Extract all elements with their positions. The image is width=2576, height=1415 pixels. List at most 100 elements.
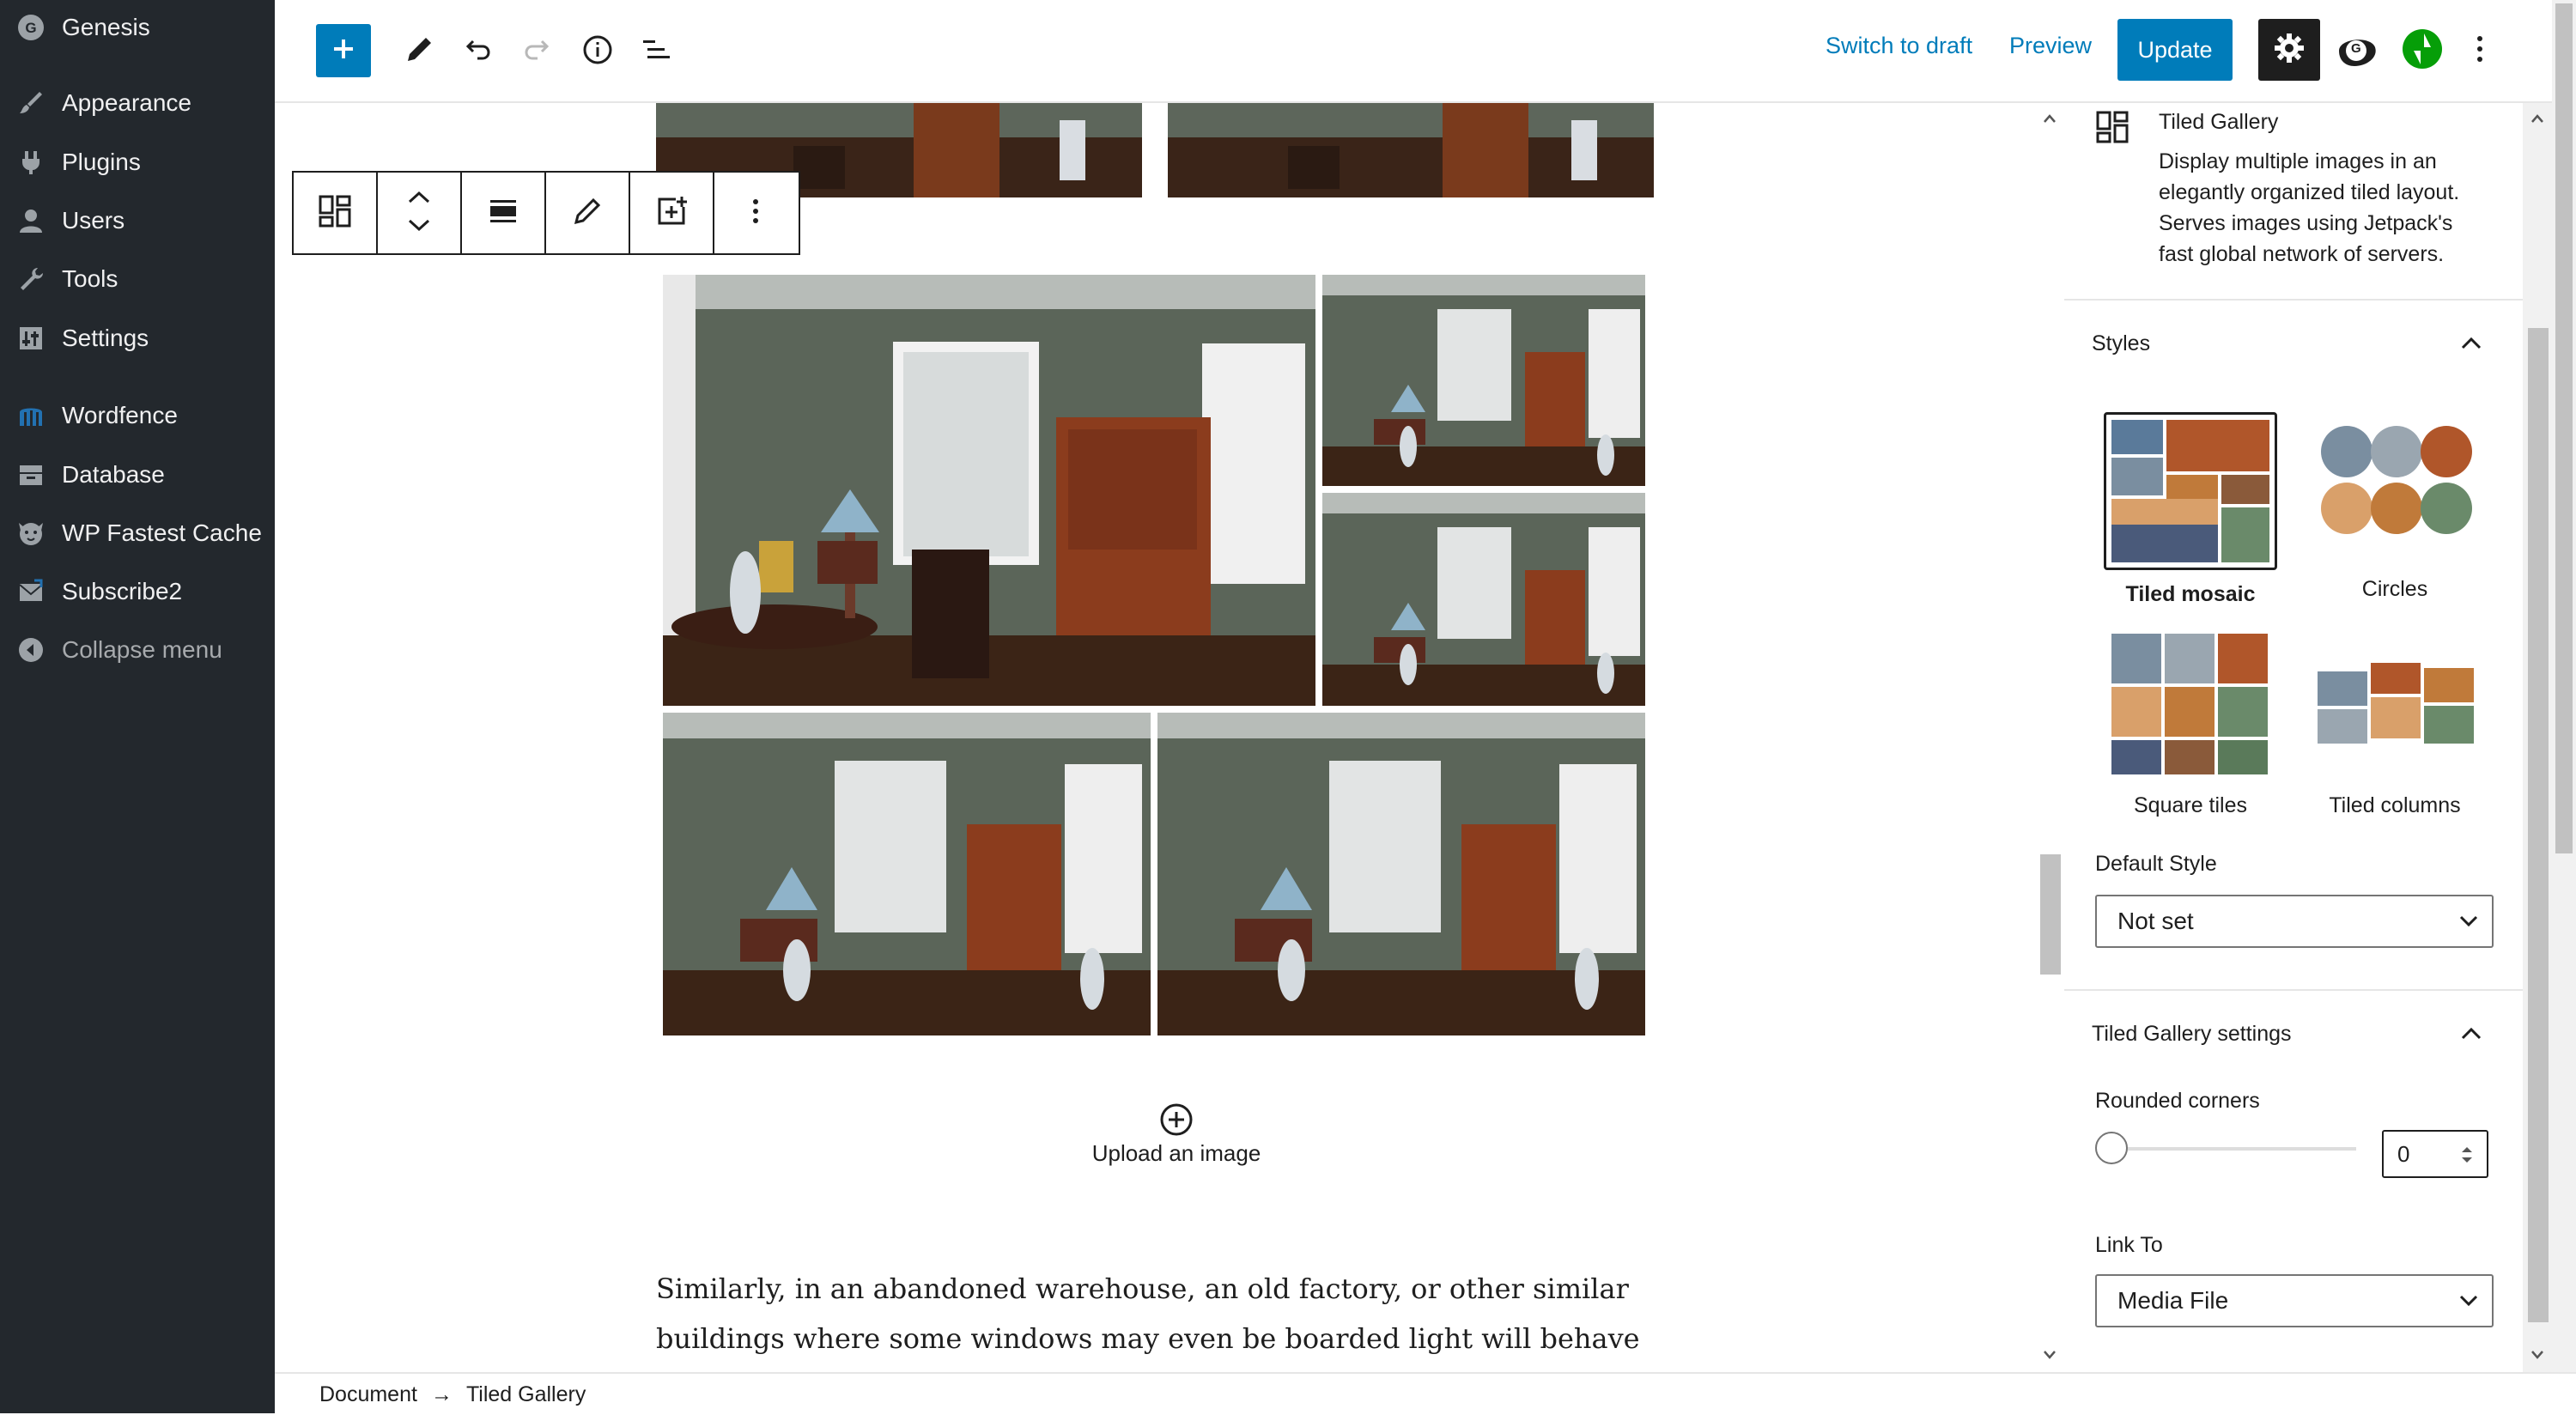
scroll-up-icon [2530, 112, 2545, 131]
chevron-down-icon [2459, 915, 2478, 927]
slider-track [2095, 1147, 2356, 1151]
rounded-corners-input[interactable]: 0 [2382, 1130, 2488, 1178]
gear-icon [2272, 31, 2306, 70]
more-options-button[interactable] [2463, 26, 2497, 76]
settings-icon [15, 323, 46, 354]
update-button[interactable]: Update [2117, 19, 2233, 81]
block-toolbar [292, 171, 800, 255]
upload-image-button[interactable]: Upload an image [1048, 1102, 1305, 1188]
gallery-image[interactable] [663, 275, 1315, 706]
description-line: Display multiple images in an [2159, 149, 2437, 173]
switch-to-draft-link[interactable]: Switch to draft [1826, 33, 1972, 59]
wrench-icon [15, 264, 46, 295]
menu-item-wp-fastest-cache[interactable]: WP Fastest Cache [0, 507, 275, 559]
gallery-image[interactable] [1322, 275, 1645, 486]
spin-arrows-icon[interactable] [2459, 1144, 2475, 1172]
scroll-thumb[interactable] [2555, 3, 2573, 853]
menu-item-plugins[interactable]: Plugins [0, 137, 275, 188]
gallery-image[interactable] [1157, 713, 1645, 1035]
breadcrumb-separator: → [430, 1382, 453, 1406]
menu-item-genesis[interactable]: G Genesis [0, 2, 275, 53]
breadcrumb-document[interactable]: Document [319, 1382, 417, 1407]
genesis-plugin-button[interactable]: G [2332, 26, 2382, 76]
menu-item-tools[interactable]: Tools [0, 253, 275, 305]
slider-thumb[interactable] [2095, 1132, 2128, 1164]
menu-item-subscribe2[interactable]: Subscribe2 [0, 566, 275, 617]
paragraph-line: Similarly, in an abandoned warehouse, an… [656, 1272, 1629, 1305]
style-tiled-columns[interactable]: Tiled columns [2306, 629, 2483, 818]
scroll-thumb[interactable] [2528, 328, 2549, 1322]
default-style-label: Default Style [2095, 852, 2217, 876]
settings-toggle-button[interactable] [2258, 19, 2320, 81]
gallery-image[interactable] [1322, 493, 1645, 706]
breadcrumb-current[interactable]: Tiled Gallery [466, 1382, 586, 1407]
avatar-letter: G [2351, 41, 2361, 56]
window-scrollbar[interactable] [2552, 0, 2576, 1372]
add-image-button[interactable] [630, 173, 714, 253]
gallery-image[interactable] [1168, 103, 1654, 197]
style-label: Tiled columns [2329, 793, 2461, 817]
move-up-down-button[interactable] [378, 173, 462, 253]
cheetah-icon [15, 518, 46, 549]
circles-thumbnail [2311, 412, 2479, 565]
chevron-up-icon [2459, 331, 2483, 360]
wordfence-icon [15, 400, 46, 431]
menu-item-settings[interactable]: Settings [0, 313, 275, 364]
block-type-button[interactable] [294, 173, 378, 253]
jetpack-button[interactable] [2397, 26, 2447, 76]
sidebar-scrollbar[interactable] [2523, 103, 2552, 1372]
editor-canvas[interactable]: Upload an image Similarly, in an abandon… [275, 103, 2035, 1372]
block-card-title: Tiled Gallery [2159, 110, 2279, 134]
chevron-down-icon [2459, 1295, 2478, 1307]
menu-item-wordfence[interactable]: Wordfence [0, 390, 275, 441]
style-tiled-mosaic[interactable]: Tiled mosaic [2102, 412, 2279, 607]
edit-gallery-button[interactable] [546, 173, 630, 253]
menu-label: Genesis [62, 14, 150, 40]
block-card-description: Display multiple images in an elegantly … [2159, 146, 2459, 270]
info-icon [581, 33, 614, 70]
menu-label: WP Fastest Cache [62, 519, 262, 546]
rounded-corners-slider[interactable] [2095, 1130, 2356, 1168]
chevron-up-down-icon [406, 190, 432, 237]
add-block-button[interactable] [316, 24, 371, 77]
rounded-corners-label: Rounded corners [2095, 1089, 2260, 1113]
default-style-select[interactable]: Not set [2095, 895, 2494, 948]
admin-menu: G Genesis Appearance Plugins Users Tools… [0, 0, 275, 1413]
link-to-select[interactable]: Media File [2095, 1274, 2494, 1327]
user-icon [15, 205, 46, 236]
vertical-ellipsis-icon [751, 197, 760, 229]
redo-button[interactable] [512, 26, 563, 77]
description-line: Serves images using Jetpack's [2159, 211, 2453, 235]
block-more-options-button[interactable] [714, 173, 797, 253]
collapse-menu-button[interactable]: Collapse menu [0, 624, 275, 676]
collapse-icon [15, 635, 46, 665]
gallery-image[interactable] [663, 713, 1151, 1035]
align-wide-icon [488, 196, 519, 231]
menu-item-database[interactable]: Database [0, 449, 275, 501]
menu-label: Settings [62, 325, 149, 351]
menu-label: Collapse menu [62, 636, 222, 663]
styles-panel-toggle[interactable]: Styles [2064, 301, 2523, 386]
paintbrush-icon [15, 88, 46, 118]
paragraph-line: buildings where some windows may even be… [656, 1322, 1640, 1355]
plus-icon [331, 36, 356, 66]
details-button[interactable] [572, 26, 623, 77]
redo-icon [522, 34, 553, 70]
list-view-button[interactable] [630, 26, 682, 77]
style-label: Square tiles [2133, 793, 2248, 817]
style-square-tiles[interactable]: Square tiles [2102, 629, 2279, 818]
tiled-gallery-settings-toggle[interactable]: Tiled Gallery settings [2064, 991, 2523, 1077]
canvas-scrollbar[interactable] [2035, 103, 2064, 1372]
scroll-thumb[interactable] [2040, 854, 2061, 975]
align-button[interactable] [462, 173, 546, 253]
paragraph-block[interactable]: Similarly, in an abandoned warehouse, an… [656, 1264, 1669, 1372]
tools-edit-button[interactable] [393, 26, 445, 77]
link-to-label: Link To [2095, 1233, 2163, 1257]
description-line: elegantly organized tiled layout. [2159, 180, 2460, 204]
style-circles[interactable]: Circles [2306, 412, 2483, 602]
menu-item-appearance[interactable]: Appearance [0, 77, 275, 129]
preview-link[interactable]: Preview [2009, 33, 2092, 59]
undo-button[interactable] [452, 26, 503, 77]
add-media-icon [655, 195, 688, 232]
menu-item-users[interactable]: Users [0, 195, 275, 246]
